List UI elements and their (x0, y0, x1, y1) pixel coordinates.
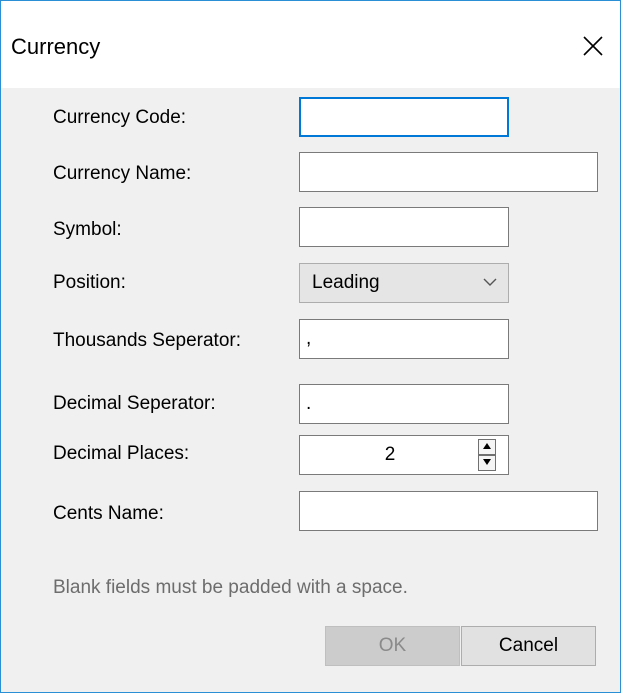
currency-code-label: Currency Code: (53, 107, 187, 128)
currency-name-input[interactable] (299, 152, 598, 192)
position-selected-value: Leading (312, 272, 380, 293)
close-button[interactable] (578, 31, 608, 61)
currency-code-input[interactable] (299, 97, 509, 137)
thousands-separator-input[interactable] (299, 319, 509, 359)
triangle-down-icon (483, 459, 491, 465)
spin-down-button[interactable] (478, 455, 496, 471)
ok-button[interactable]: OK (325, 626, 460, 666)
triangle-up-icon (483, 443, 491, 449)
chevron-down-icon (483, 278, 497, 286)
decimal-separator-label: Decimal Seperator: (53, 393, 216, 414)
padding-note: Blank fields must be padded with a space… (53, 577, 408, 598)
currency-name-label: Currency Name: (53, 163, 192, 184)
dialog-title: Currency (11, 34, 101, 59)
thousands-separator-label: Thousands Seperator: (53, 330, 242, 351)
cancel-button[interactable]: Cancel (461, 626, 596, 666)
title-bar: Currency (1, 1, 620, 88)
decimal-separator-input[interactable] (299, 384, 509, 424)
decimal-places-label: Decimal Places: (53, 443, 190, 464)
spin-up-button[interactable] (478, 439, 496, 455)
close-icon (583, 36, 603, 56)
position-dropdown[interactable]: Leading (299, 263, 509, 303)
cents-name-input[interactable] (299, 491, 598, 531)
dialog-content: Currency Code: Currency Name: Symbol: Po… (1, 88, 620, 692)
symbol-input[interactable] (299, 207, 509, 247)
currency-dialog: Currency Currency Code: Currency Name: S… (0, 0, 621, 693)
symbol-label: Symbol: (53, 219, 122, 240)
decimal-places-spinner (299, 435, 509, 475)
cents-name-label: Cents Name: (53, 503, 164, 524)
decimal-places-value[interactable] (300, 436, 480, 474)
position-label: Position: (53, 272, 126, 293)
